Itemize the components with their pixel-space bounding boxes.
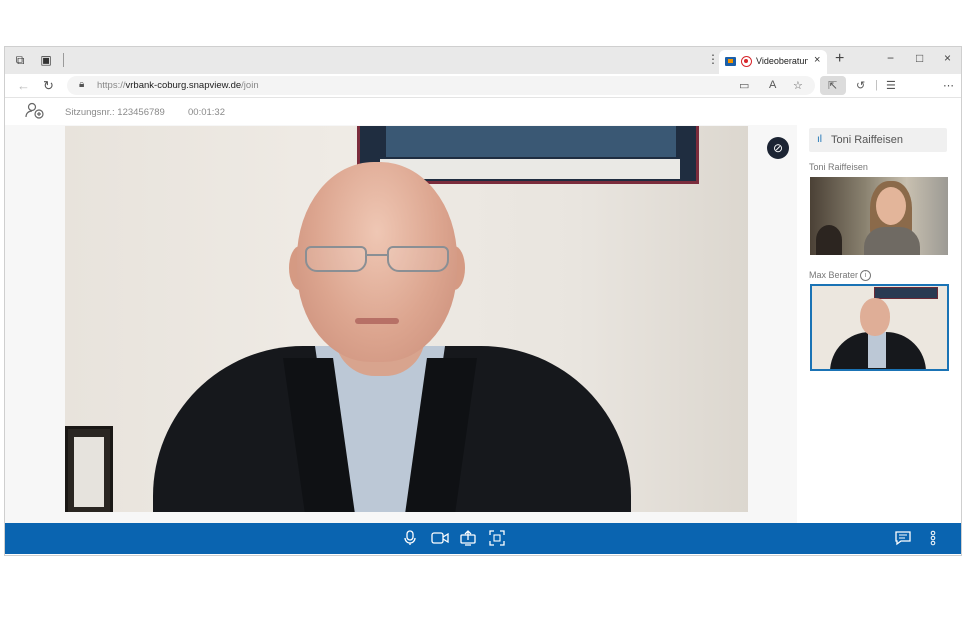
person-glasses <box>305 246 451 272</box>
unpin-icon[interactable]: ⊘ <box>767 137 789 159</box>
lock-icon[interactable]: 🔒︎ <box>79 79 84 90</box>
screen-share-icon[interactable] <box>460 530 476 549</box>
participant-video-thumbnail[interactable] <box>810 177 948 255</box>
tab-title: Videoberatung <box>756 56 808 66</box>
audio-level-icon: ıl <box>817 134 822 145</box>
vrbank-favicon-icon <box>725 57 736 66</box>
main-video[interactable] <box>65 126 748 512</box>
session-timer: 00:01:32 <box>188 107 225 118</box>
url-text: https://vrbank-coburg.snapview.de/join <box>97 80 259 91</box>
tab-close-icon[interactable]: × <box>814 54 820 66</box>
url-field[interactable]: 🔒︎ https://vrbank-coburg.snapview.de/joi… <box>67 76 815 95</box>
read-aloud-icon[interactable]: A <box>769 79 776 91</box>
recording-icon <box>741 56 752 67</box>
wall-picture-mat <box>380 159 680 179</box>
minimize-button[interactable]: − <box>887 51 894 65</box>
wall-picture-image <box>386 126 676 157</box>
participant-label: Max Berater i <box>809 270 872 282</box>
reload-icon[interactable]: ↻ <box>43 78 54 94</box>
tab-videoberatung[interactable]: Videoberatung × <box>719 50 827 74</box>
microphone-icon[interactable] <box>403 530 417 549</box>
app-header: Sitzungsnr.: 123456789 00:01:32 <box>5 98 961 125</box>
active-speaker-box: ıl Toni Raiffeisen <box>809 128 947 152</box>
active-speaker-name: Toni Raiffeisen <box>831 134 903 146</box>
favorite-star-icon[interactable]: ☆ <box>793 79 803 92</box>
address-bar: ← ↻ 🔒︎ https://vrbank-coburg.snapview.de… <box>5 74 961 98</box>
favorites-icon[interactable]: ☰ <box>886 79 896 92</box>
left-picture <box>65 426 113 512</box>
more-menu-icon[interactable]: ⋯ <box>943 79 954 92</box>
toolbar-separator: | <box>875 79 878 91</box>
chat-icon[interactable] <box>895 530 911 549</box>
tab-overflow-icon[interactable]: ⋮ <box>707 52 719 66</box>
back-arrow-icon[interactable]: ← <box>17 78 30 93</box>
tab-actions-icon[interactable]: ▣ <box>39 53 53 67</box>
participant-video-thumbnail-selected[interactable] <box>810 284 949 371</box>
workspaces-icon[interactable]: ⧉ <box>13 53 27 67</box>
fullscreen-icon[interactable] <box>489 530 505 549</box>
close-window-button[interactable]: × <box>944 51 951 65</box>
person-mouth <box>355 318 399 324</box>
call-controls-bar <box>5 523 961 554</box>
participants-panel: ıl Toni Raiffeisen Toni Raiffeisen Max B… <box>797 125 961 523</box>
info-icon[interactable]: i <box>860 270 872 282</box>
participant-label: Toni Raiffeisen <box>809 162 868 172</box>
refresh-extension-icon[interactable]: ↺ <box>856 79 865 92</box>
camera-icon[interactable] <box>431 530 449 549</box>
title-bar: ⧉ ▣ ⋮ Videoberatung × + − □ × <box>5 47 961 74</box>
session-number: Sitzungsnr.: 123456789 <box>65 107 165 118</box>
maximize-button[interactable]: □ <box>916 51 923 65</box>
browser-window: ⧉ ▣ ⋮ Videoberatung × + − □ × ← ↻ 🔒︎ htt… <box>4 46 962 556</box>
cursor-extension-icon[interactable]: ⇱ <box>828 79 837 92</box>
more-options-icon[interactable] <box>930 530 936 549</box>
camera-permission-icon[interactable]: ▭ <box>739 79 749 92</box>
titlebar-separator <box>63 53 64 67</box>
add-participant-icon[interactable] <box>25 102 45 120</box>
new-tab-button[interactable]: + <box>835 50 844 68</box>
